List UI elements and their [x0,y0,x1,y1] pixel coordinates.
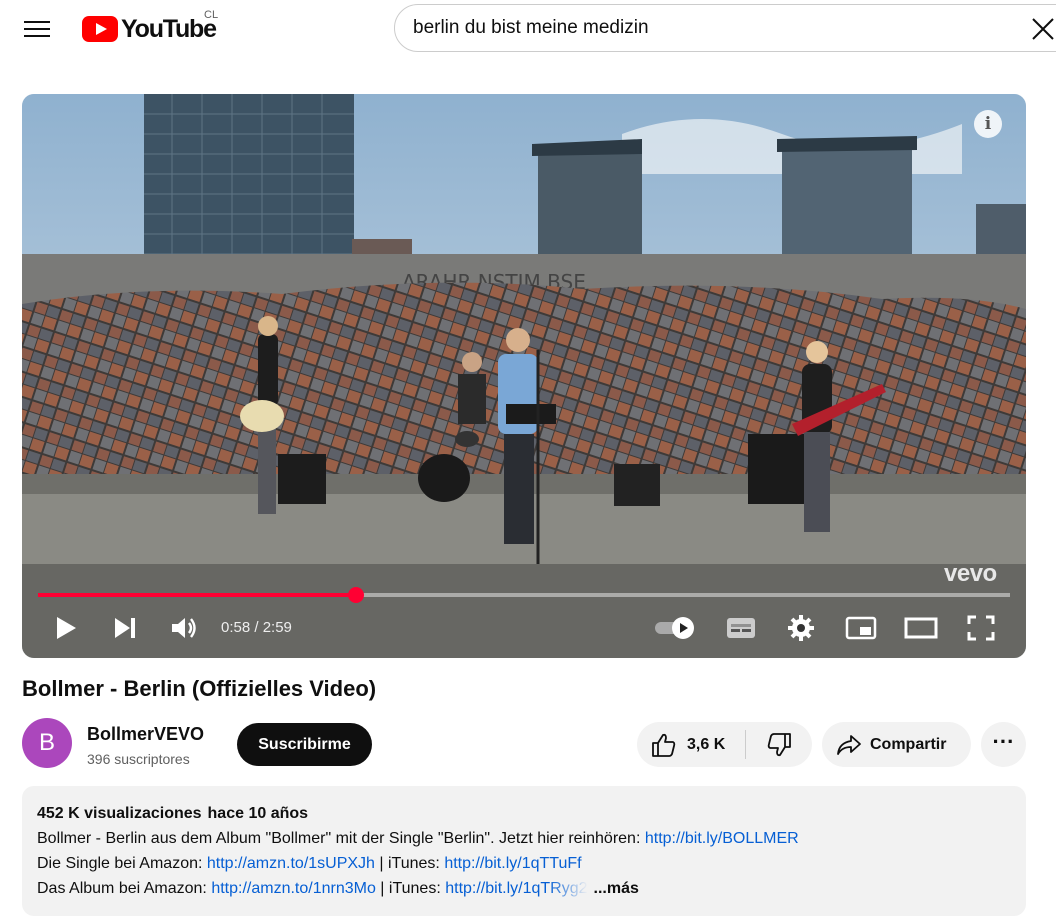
scrubber-handle[interactable] [347,587,364,603]
thumbs-down-icon [767,732,791,756]
vevo-watermark: vevo [944,560,997,587]
share-icon [837,734,861,755]
description-text: | iTunes: [375,880,446,897]
view-count: 452 K visualizaciones [37,805,202,822]
search-box[interactable] [394,4,1056,52]
channel-name[interactable]: BollmerVEVO [87,724,204,745]
description-box[interactable]: 452 K visualizaciones hace 10 años Bollme… [22,786,1026,916]
description-line: Die Single bei Amazon: http://amzn.to/1s… [37,855,582,873]
search-input[interactable] [413,17,1003,39]
description-link[interactable]: http://bit.ly/BOLLMER [645,830,799,847]
settings-icon[interactable] [784,606,818,650]
subscriber-count: 396 suscriptores [87,751,190,767]
share-label: Compartir [870,735,947,753]
thumbs-up-icon [652,733,676,757]
progress-bar[interactable] [38,587,1010,603]
fullscreen-icon[interactable] [962,606,1000,650]
like-dislike-group: 3,6 K [637,722,812,767]
country-code: CL [204,9,219,21]
description-link[interactable]: http://bit.ly/1qTTuFf [444,855,581,872]
subscribe-button[interactable]: Suscribirme [237,723,372,766]
share-button[interactable]: Compartir [822,722,971,767]
show-more-link[interactable]: ...más [594,880,639,897]
like-count: 3,6 K [687,735,726,753]
youtube-logo[interactable]: YouTube CL [82,9,218,44]
dislike-button[interactable] [746,722,812,767]
description-meta: 452 K visualizaciones hace 10 años [37,805,308,823]
description-text: Das Album bei Amazon: [37,880,212,897]
time-display: 0:58 / 2:59 [221,619,292,636]
description-line: Bollmer - Berlin aus dem Album "Bollmer"… [37,830,799,848]
autoplay-toggle-icon[interactable] [652,606,698,650]
subtitles-icon[interactable] [722,606,760,650]
volume-icon[interactable] [166,606,202,650]
video-title: Bollmer - Berlin (Offizielles Video) [22,676,377,701]
play-icon[interactable] [50,606,82,650]
description-text: Die Single bei Amazon: [37,855,207,872]
description-link[interactable]: http://amzn.to/1nrn3Mo [211,880,376,897]
info-icon[interactable]: i [974,110,1002,138]
description-link[interactable]: http://amzn.to/1sUPXJh [207,855,375,872]
next-icon[interactable] [108,606,142,650]
like-button[interactable]: 3,6 K [637,722,745,767]
description-link[interactable]: http://bit.ly/1qTRyg2 [445,880,588,898]
player-controls: 0:58 / 2:59 [22,606,1026,650]
clear-search-icon[interactable] [1028,14,1056,44]
description-text: | iTunes: [374,855,445,872]
miniplayer-icon[interactable] [842,606,880,650]
more-actions-icon[interactable]: ··· [981,722,1026,767]
progress-fill [38,593,356,597]
theater-mode-icon[interactable] [902,606,940,650]
logo-text: YouTube [121,14,217,43]
menu-icon[interactable] [22,16,52,42]
upload-age: hace 10 años [207,805,309,822]
video-frame: ARAHR NSTIM BSE [22,94,1026,658]
description-line: Das Album bei Amazon: http://amzn.to/1nr… [37,880,639,898]
description-text: Bollmer - Berlin aus dem Album "Bollmer"… [37,830,645,847]
video-player[interactable]: ARAHR NSTIM BSE i vevo 0:58 / 2:59 [22,94,1026,658]
youtube-play-logo-icon [82,16,118,42]
channel-avatar[interactable]: B [22,718,72,768]
